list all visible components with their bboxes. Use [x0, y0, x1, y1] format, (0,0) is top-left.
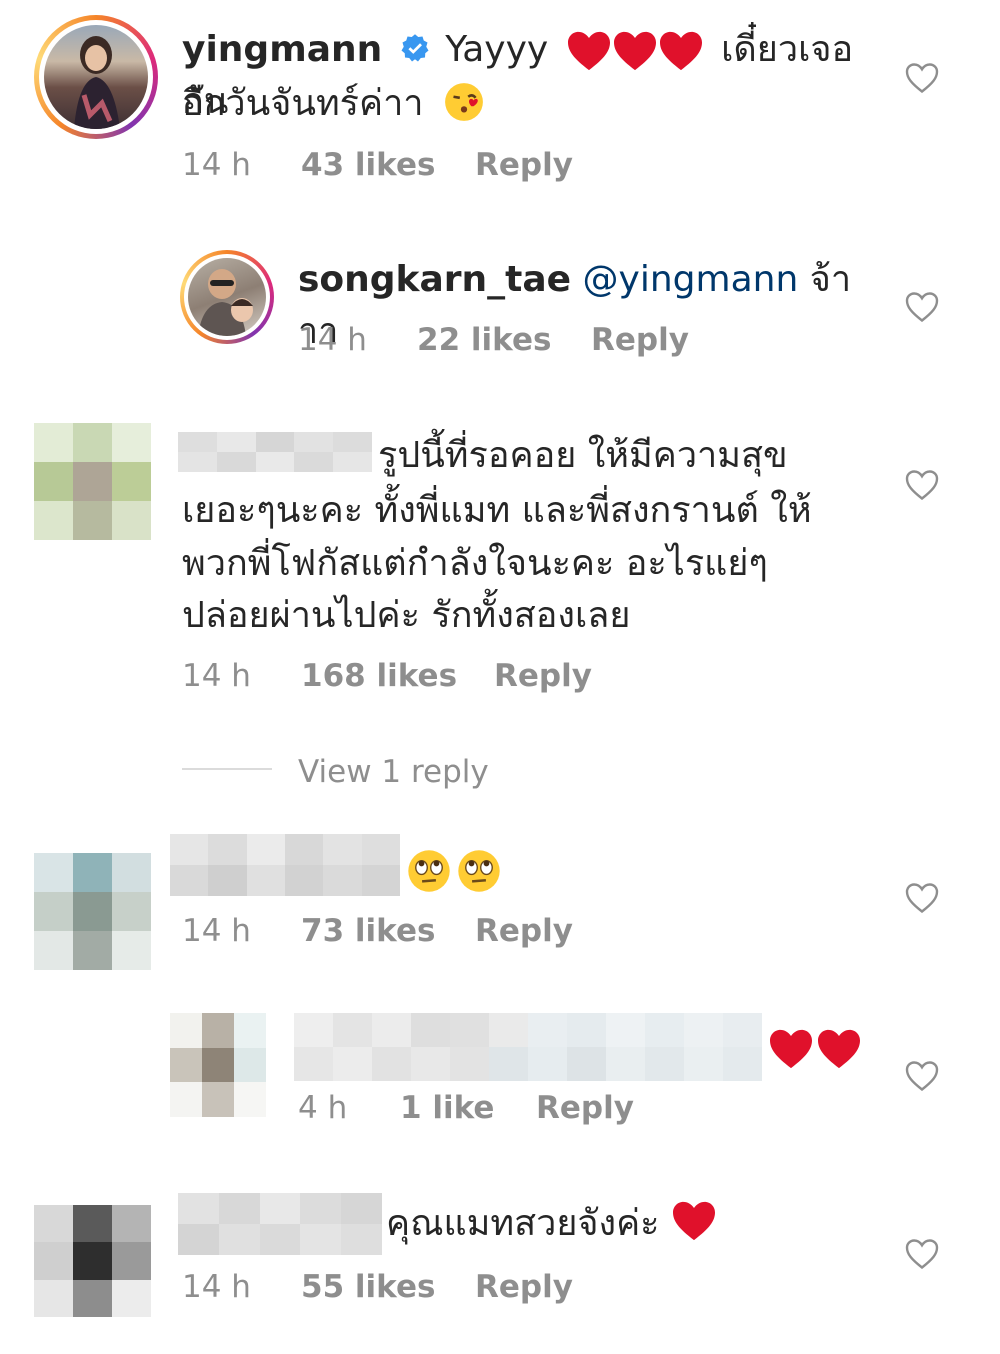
heart-outline-icon[interactable] — [904, 1236, 940, 1272]
red-heart-emoji-group — [566, 29, 715, 71]
reply-button[interactable]: Reply — [494, 656, 592, 696]
heart-outline-icon[interactable] — [904, 467, 940, 503]
reply-button[interactable]: Reply — [475, 911, 573, 951]
avatar-pixelated[interactable] — [170, 1013, 266, 1117]
eye-roll-emoji — [408, 850, 450, 892]
comment-text: อีกวันจันทร์ค่าา — [182, 83, 424, 124]
comment-text: เยอะๆนะคะ ทั้งพี่แมท และพี่สงกรานต์ ให้ — [182, 490, 812, 531]
avatar-pixelated[interactable] — [34, 1205, 151, 1317]
red-heart-emoji — [659, 31, 702, 71]
comment-time: 14 h — [298, 322, 367, 358]
heart-outline-icon[interactable] — [904, 880, 940, 916]
comment-time: 14 h — [182, 147, 251, 183]
likes-count[interactable]: 43 likes — [301, 145, 435, 185]
avatar-pixelated[interactable] — [34, 423, 151, 540]
eye-roll-emoji-group — [406, 848, 506, 896]
comment-time: 4 h — [298, 1090, 348, 1126]
comment-time: 14 h — [182, 913, 251, 949]
red-heart-emoji — [567, 31, 610, 71]
red-heart-emoji — [613, 31, 656, 71]
username-pixelated[interactable] — [178, 1193, 382, 1255]
reply-button[interactable]: Reply — [536, 1088, 634, 1128]
likes-count[interactable]: 168 likes — [301, 656, 457, 696]
likes-count[interactable]: 1 like — [400, 1088, 494, 1128]
eye-roll-emoji — [458, 850, 500, 892]
red-heart-emoji — [818, 1029, 860, 1069]
username-songkarn-tae[interactable]: songkarn_tae — [298, 259, 571, 300]
heart-outline-icon[interactable] — [904, 289, 940, 325]
mention-link[interactable]: @yingmann — [583, 259, 799, 300]
heart-outline-icon[interactable] — [904, 1058, 940, 1094]
view-replies-label[interactable]: View 1 reply — [298, 752, 489, 792]
avatar-yingmann[interactable] — [34, 15, 158, 139]
avatar-pixelated[interactable] — [34, 853, 151, 970]
username-yingmann[interactable]: yingmann — [182, 29, 382, 70]
view-replies-button[interactable]: View 1 reply — [298, 752, 598, 792]
avatar-songkarn-tae[interactable] — [180, 250, 274, 344]
comment-time: 14 h — [182, 658, 251, 694]
reply-button[interactable]: Reply — [591, 320, 689, 360]
username-pixelated[interactable] — [178, 432, 372, 472]
likes-count[interactable]: 55 likes — [301, 1267, 435, 1307]
reply-button[interactable]: Reply — [475, 145, 573, 185]
username-pixelated[interactable] — [170, 834, 400, 896]
username-pixelated[interactable] — [294, 1013, 762, 1081]
comment-time: 14 h — [182, 1269, 251, 1305]
red-heart-emoji — [672, 1201, 715, 1241]
red-heart-emoji-group — [768, 1026, 864, 1072]
likes-count[interactable]: 22 likes — [417, 320, 551, 360]
comment-text: ปล่อยผ่านไปค่ะ รักทั้งสองเลย — [182, 595, 631, 636]
reply-button[interactable]: Reply — [475, 1267, 573, 1307]
comment-text: พวกพี่โฟกัสแต่กำลังใจนะคะ อะไรแย่ๆ — [182, 543, 768, 584]
heart-outline-icon[interactable] — [904, 60, 940, 96]
verified-badge-icon — [401, 34, 429, 62]
kiss-emoji — [445, 83, 483, 121]
likes-count[interactable]: 73 likes — [301, 911, 435, 951]
comment-text: Yayyy — [445, 29, 549, 70]
comment-text: รูปนี้ที่รอคอย ให้มีความสุข — [378, 435, 788, 476]
red-heart-emoji — [770, 1029, 812, 1069]
view-replies-divider — [182, 768, 272, 770]
comment-text: คุณแมทสวยจังค่ะ — [386, 1203, 660, 1244]
